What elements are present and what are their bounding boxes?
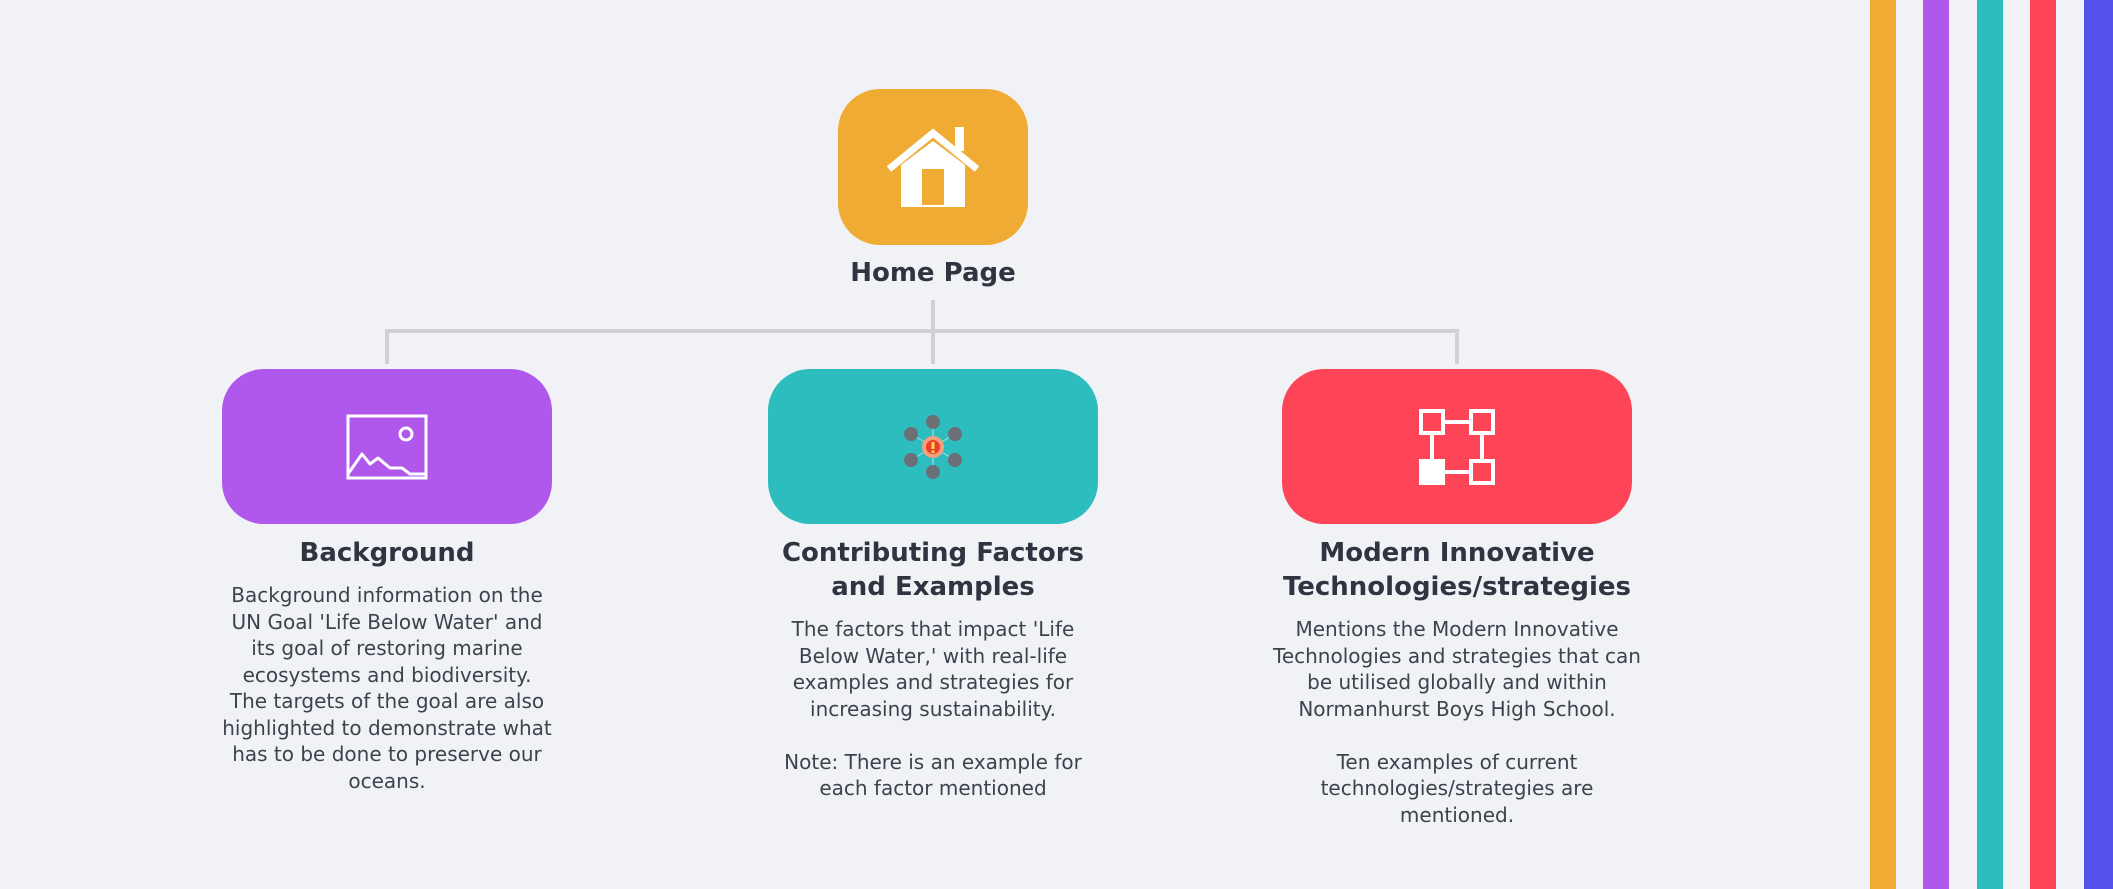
stripe-blue: [2084, 0, 2113, 889]
image-icon: [346, 414, 428, 479]
background-title: Background: [299, 538, 475, 568]
home-page-label: Home Page: [850, 258, 1016, 288]
modern-technologies-description: Mentions the Modern Innovative Technolog…: [1273, 617, 1641, 827]
factors-network-icon: [904, 414, 962, 479]
stripe-purple: [1923, 0, 1949, 889]
modern-technologies-node[interactable]: [1282, 369, 1632, 524]
connector-right: [1455, 329, 1459, 364]
connector-left: [385, 329, 389, 364]
contributing-factors-title: Contributing Factors and Examples: [781, 538, 1085, 602]
stripe-red: [2030, 0, 2056, 889]
connector-horizontal: [385, 329, 1459, 333]
background-description: Background information on the UN Goal 'L…: [222, 583, 552, 793]
stripe-teal: [1977, 0, 2003, 889]
modern-technologies-title: Modern Innovative Technologies/strategie…: [1282, 538, 1632, 602]
stripe-orange: [1870, 0, 1896, 889]
house-icon: [886, 127, 980, 207]
home-page-node[interactable]: [838, 89, 1028, 245]
nodes-diagram-icon: [1419, 408, 1495, 485]
background-node[interactable]: [222, 369, 552, 524]
contributing-factors-description: The factors that impact 'Life Below Wate…: [784, 617, 1082, 800]
contributing-factors-node[interactable]: [768, 369, 1098, 524]
